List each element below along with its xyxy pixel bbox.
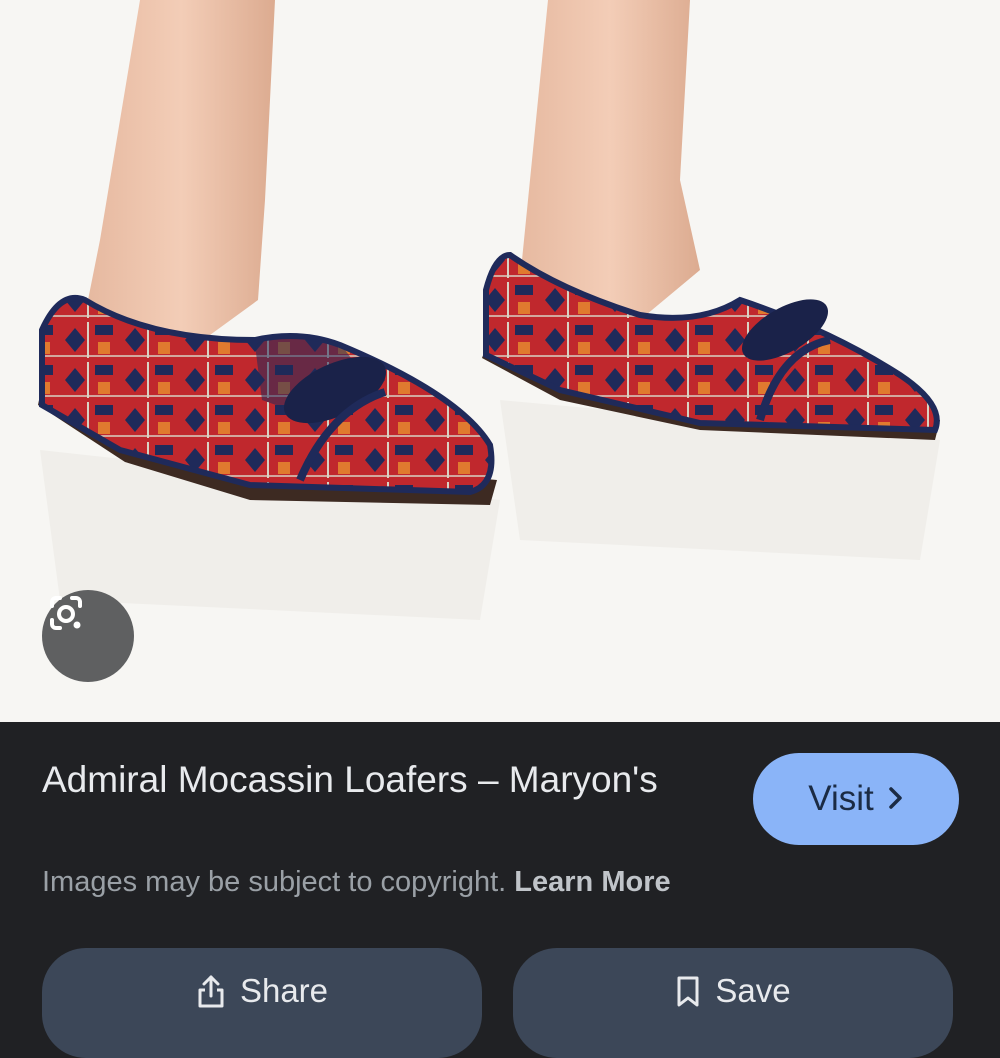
chevron-right-icon <box>888 779 904 819</box>
product-image[interactable] <box>0 0 1000 722</box>
copyright-text: Images may be subject to copyright. <box>42 866 515 898</box>
share-button[interactable]: Share <box>42 948 482 1058</box>
share-label: Share <box>239 972 329 1009</box>
share-icon <box>196 974 226 1008</box>
save-button[interactable]: Save <box>513 948 953 1058</box>
visit-label: Visit <box>808 779 874 818</box>
bookmark-icon <box>675 974 701 1008</box>
visit-button[interactable]: Visit <box>753 753 959 845</box>
result-title: Admiral Mocassin Loafers – Maryon's <box>42 759 658 800</box>
lens-search-button[interactable] <box>42 590 134 682</box>
loafers-illustration <box>38 0 940 620</box>
save-label: Save <box>715 972 791 1009</box>
learn-more-link[interactable]: Learn More <box>514 866 670 898</box>
copyright-notice: Images may be subject to copyright. Lear… <box>42 866 671 899</box>
